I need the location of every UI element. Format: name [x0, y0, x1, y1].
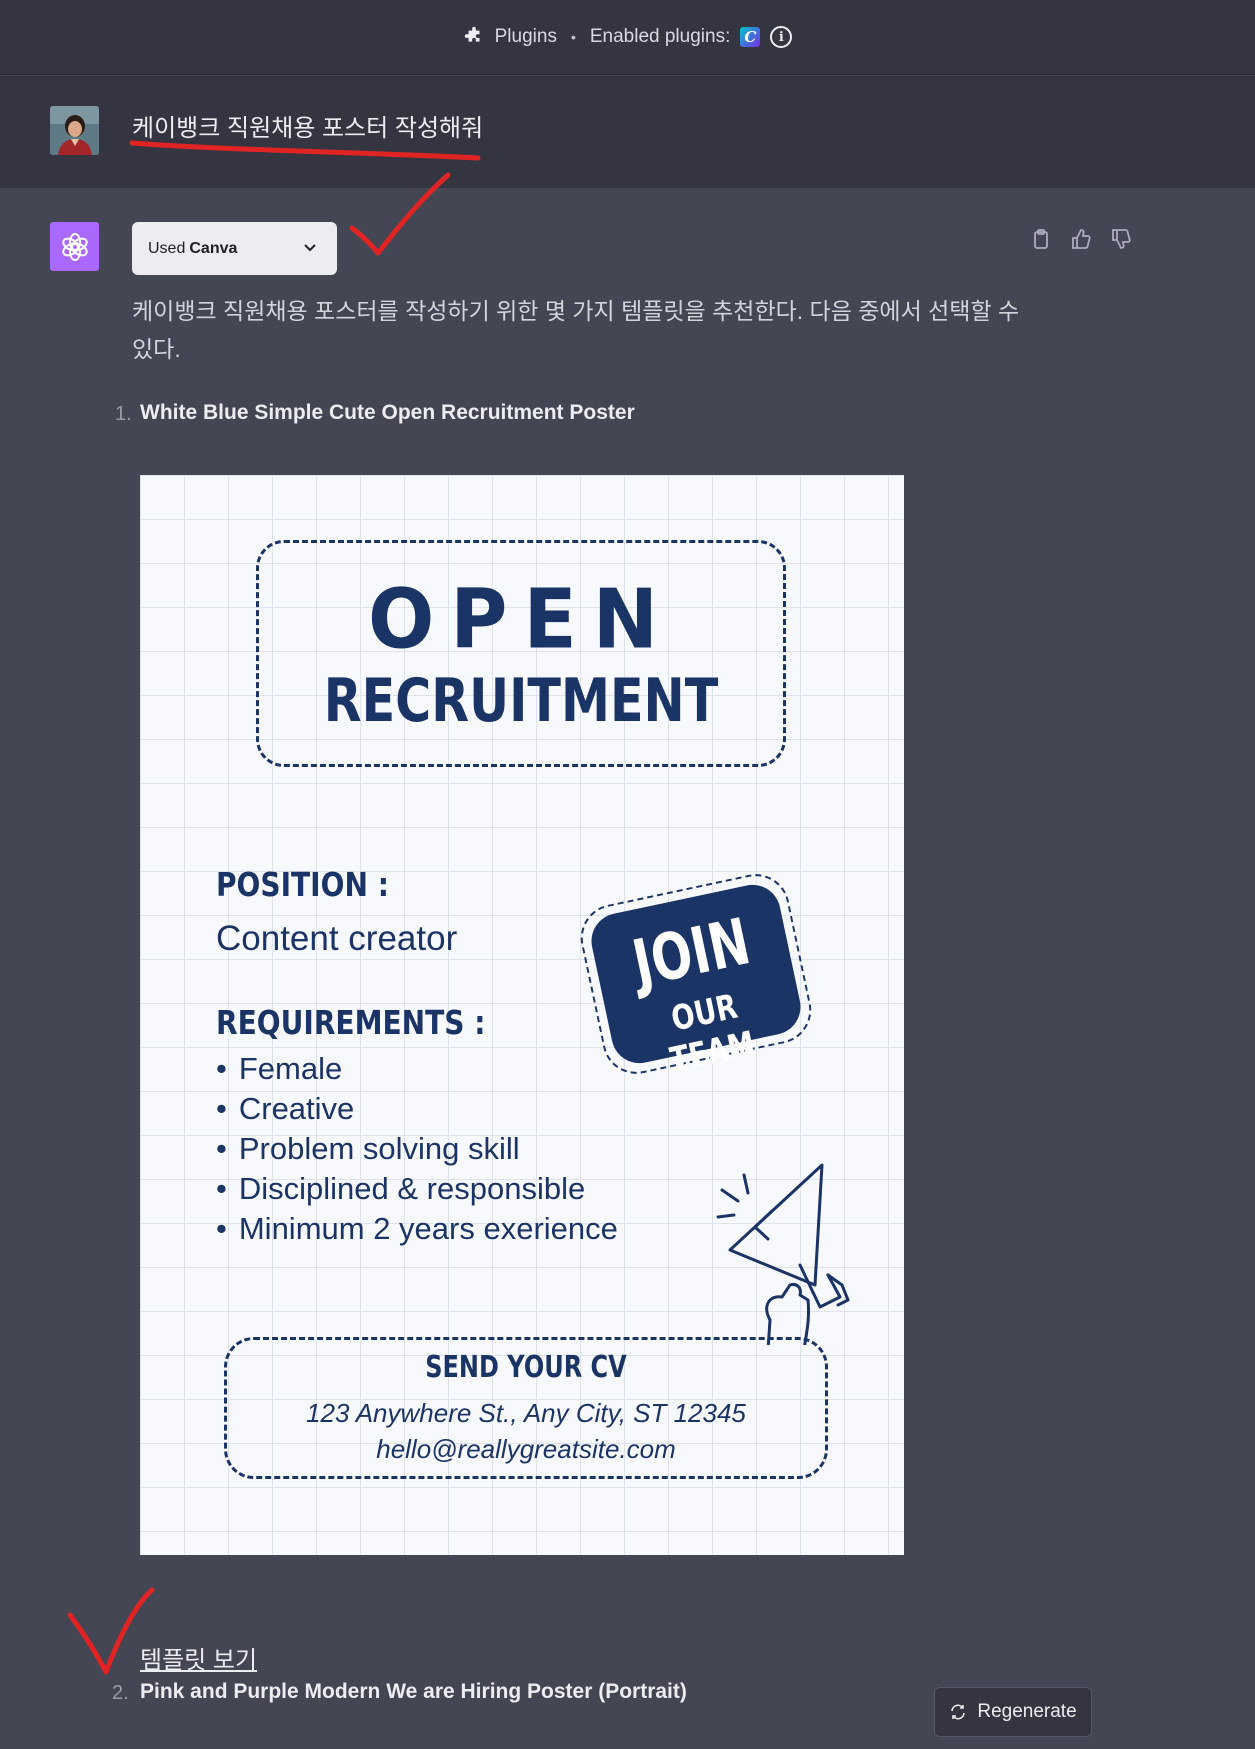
clipboard-icon[interactable]	[1030, 228, 1052, 250]
message-actions	[1030, 228, 1132, 250]
poster-open-text: OPEN	[367, 572, 675, 668]
used-canva-dropdown[interactable]: Used Canva	[132, 222, 337, 275]
poster-email: hello@reallygreatsite.com	[376, 1434, 676, 1464]
poster-image[interactable]: OPEN RECRUITMENT POSITION : Content crea…	[140, 475, 904, 1555]
requirement-item: Problem solving skill	[216, 1129, 618, 1169]
requirement-item: Creative	[216, 1089, 618, 1129]
openai-logo-icon	[50, 222, 99, 271]
puzzle-icon	[464, 26, 480, 42]
user-avatar	[50, 106, 99, 155]
separator-dot: •	[570, 29, 576, 45]
requirement-item: Minimum 2 years exerience	[216, 1209, 618, 1249]
canva-icon[interactable]: C	[740, 27, 761, 47]
view-template-link[interactable]: 템플릿 보기	[140, 1640, 257, 1675]
info-icon[interactable]: i	[770, 26, 793, 48]
template-title: White Blue Simple Cute Open Recruitment …	[140, 401, 635, 424]
used-prefix: Used	[148, 239, 186, 257]
send-cv-box: SEND YOUR CV 123 Anywhere St., Any City,…	[224, 1337, 828, 1479]
megaphone-icon	[716, 1163, 850, 1345]
position-value: Content creator	[216, 919, 458, 958]
list-number: 1.	[115, 403, 132, 425]
requirements-label: REQUIREMENTS :	[216, 1003, 486, 1042]
thumbs-down-icon[interactable]	[1110, 228, 1132, 250]
regenerate-button[interactable]: Regenerate	[934, 1687, 1092, 1737]
requirements-list: Female Creative Problem solving skill Di…	[216, 1049, 618, 1249]
chevron-down-icon	[304, 244, 316, 252]
thumbs-up-icon[interactable]	[1070, 228, 1092, 250]
regenerate-label: Regenerate	[977, 1701, 1077, 1722]
requirement-item: Female	[216, 1049, 618, 1089]
top-bar: Plugins • Enabled plugins: C i	[0, 0, 1255, 75]
poster-recruitment-text: RECRUITMENT	[323, 666, 719, 736]
user-message-text: 케이뱅크 직원채용 포스터 작성해줘	[132, 115, 484, 142]
poster-address: 123 Anywhere St., Any City, ST 12345	[306, 1398, 746, 1428]
assistant-intro-text: 케이뱅크 직원채용 포스터를 작성하기 위한 몇 가지 템플릿을 추천한다. 다…	[132, 298, 1020, 362]
position-label: POSITION :	[216, 865, 389, 904]
requirement-item: Disciplined & responsible	[216, 1169, 618, 1209]
enabled-plugins-label: Enabled plugins:	[589, 26, 731, 47]
user-message-row: 케이뱅크 직원채용 포스터 작성해줘	[0, 76, 1255, 188]
list-number: 2.	[112, 1682, 129, 1704]
plugins-label: Plugins	[494, 26, 557, 47]
used-plugin-name: Canva	[189, 239, 238, 257]
refresh-icon	[951, 1704, 966, 1720]
open-recruitment-box: OPEN RECRUITMENT	[256, 540, 786, 767]
template-title: Pink and Purple Modern We are Hiring Pos…	[140, 1680, 687, 1703]
send-cv-title: SEND YOUR CV	[425, 1350, 627, 1385]
